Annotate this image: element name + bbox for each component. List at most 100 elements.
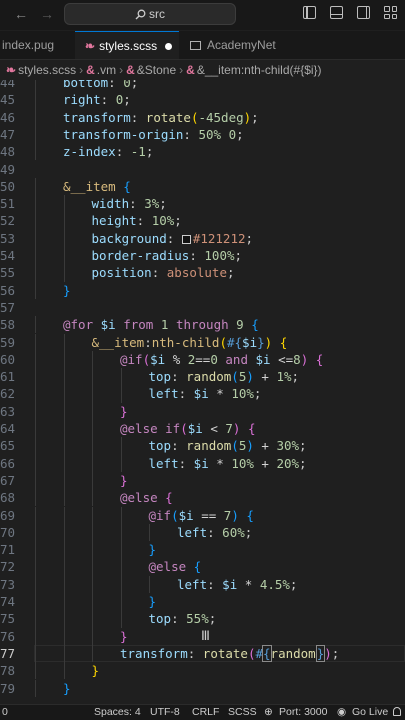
tab-label: styles.scss bbox=[99, 39, 158, 53]
chevron-right-icon: › bbox=[79, 63, 84, 77]
arrow-right-icon[interactable]: → bbox=[40, 6, 54, 22]
code-line[interactable]: 70 left: 60%; bbox=[0, 524, 405, 541]
line-number: 45 bbox=[0, 92, 16, 108]
code-line[interactable]: 62 left: $i * 10%; bbox=[0, 385, 405, 402]
line-number: 60 bbox=[0, 351, 16, 367]
code-token: ; bbox=[299, 455, 307, 471]
code-line[interactable]: 51 width: 3%; bbox=[0, 195, 405, 212]
status-go-live[interactable]: Go Live bbox=[352, 705, 388, 720]
code-token: 9 bbox=[236, 317, 244, 333]
code-line[interactable]: 65 top: random(5) + 30%; bbox=[0, 437, 405, 454]
unsaved-changes-dot-icon[interactable] bbox=[165, 43, 173, 51]
code-token: 10% bbox=[151, 213, 175, 229]
code-token: transform bbox=[63, 109, 131, 125]
code-token: left bbox=[177, 576, 208, 592]
code-line[interactable]: 48 z-index: -1; bbox=[0, 143, 405, 160]
code-content: } bbox=[149, 541, 157, 558]
code-token: ) bbox=[246, 438, 254, 454]
code-line[interactable]: 59 &__item:nth-child(#{$i}) { bbox=[0, 334, 405, 351]
line-number: 76 bbox=[0, 628, 16, 644]
tab-academynet[interactable]: AcademyNet bbox=[180, 31, 310, 59]
status-eol[interactable]: CRLF bbox=[192, 705, 219, 720]
code-token: : bbox=[207, 524, 223, 540]
code-line[interactable]: 53 background: #121212; bbox=[0, 230, 405, 247]
toggle-secondary-sidebar-icon[interactable] bbox=[357, 6, 370, 19]
color-swatch-icon[interactable] bbox=[181, 234, 191, 244]
code-token: ( bbox=[180, 421, 188, 436]
code-line[interactable]: 47 transform-origin: 50% 0; bbox=[0, 126, 405, 143]
code-line[interactable]: 64 @else if($i < 7) { bbox=[0, 420, 405, 437]
code-line[interactable]: 66 left: $i * 10% + 20%; bbox=[0, 455, 405, 472]
line-number: 72 bbox=[0, 559, 16, 575]
breadcrumb-item[interactable]: &Stone bbox=[137, 63, 176, 77]
command-center-search[interactable]: src bbox=[64, 3, 236, 25]
code-content: @if($i % 2==0 and $i <=8) { bbox=[120, 351, 323, 368]
code-line[interactable]: 72 @else { bbox=[0, 558, 405, 575]
code-token: } bbox=[120, 472, 128, 488]
code-line[interactable]: 52 height: 10%; bbox=[0, 212, 405, 229]
code-token: ; bbox=[289, 576, 298, 592]
code-line[interactable]: 44 bottom: 0; bbox=[0, 80, 405, 91]
status-indentation[interactable]: Spaces: 4 bbox=[94, 705, 141, 720]
status-language[interactable]: SCSS bbox=[228, 705, 257, 720]
code-line[interactable]: 56} bbox=[0, 282, 405, 299]
toggle-panel-icon[interactable] bbox=[330, 6, 343, 19]
code-token: bottom bbox=[63, 80, 109, 90]
code-line[interactable]: 68 @else { bbox=[0, 489, 405, 506]
breadcrumb-item[interactable]: .vm bbox=[97, 63, 116, 77]
code-token: #121212 bbox=[192, 230, 246, 246]
code-line[interactable]: 79} bbox=[0, 680, 405, 697]
code-line[interactable]: 55 position: absolute; bbox=[0, 264, 405, 281]
chevron-right-icon: › bbox=[179, 63, 184, 77]
breadcrumb-item[interactable]: &__item:nth-child(#{$i}) bbox=[197, 63, 322, 77]
code-token: $i bbox=[150, 351, 166, 367]
code-line[interactable]: 50 &__item { bbox=[0, 178, 405, 195]
bell-icon[interactable] bbox=[393, 707, 401, 716]
code-line[interactable]: 77 transform: rotate(#{random}); bbox=[0, 644, 405, 662]
code-token: ; bbox=[208, 611, 217, 627]
tab-index-pug[interactable]: index.pug bbox=[0, 31, 77, 59]
code-line[interactable]: 45 right: 0; bbox=[0, 91, 405, 108]
code-line[interactable]: 76} bbox=[0, 628, 405, 645]
code-line[interactable]: 61 top: random(5) + 1%; bbox=[0, 368, 405, 385]
code-line[interactable]: 49 bbox=[0, 161, 405, 178]
code-line[interactable]: 75 top: 55%; bbox=[0, 610, 405, 627]
code-line[interactable]: 58 @for $i from 1 through 9 { bbox=[0, 316, 405, 333]
code-line[interactable]: 54 border-radius: 100%; bbox=[0, 247, 405, 264]
code-line[interactable]: 67} bbox=[0, 472, 405, 489]
code-token: : bbox=[187, 645, 203, 661]
breadcrumb-file[interactable]: styles.scss bbox=[18, 63, 76, 77]
code-line[interactable]: 60 @if($i % 2==0 and $i <=8) { bbox=[0, 351, 405, 368]
status-problems[interactable]: 0 bbox=[2, 705, 8, 720]
code-line[interactable]: 78} bbox=[0, 662, 405, 679]
code-token: from bbox=[123, 317, 154, 333]
code-token: top bbox=[148, 611, 172, 627]
arrow-left-icon[interactable]: ← bbox=[14, 6, 28, 22]
code-token: # bbox=[255, 645, 264, 661]
code-token: top bbox=[148, 369, 172, 385]
code-token: } bbox=[148, 594, 157, 609]
code-content: z-index: -1; bbox=[63, 143, 153, 160]
code-line[interactable]: 63} bbox=[0, 403, 405, 420]
code-line[interactable]: 69 @if($i == 7) { bbox=[0, 507, 405, 524]
customize-layout-icon[interactable] bbox=[384, 6, 397, 19]
code-token: 3% bbox=[144, 196, 160, 212]
code-token: ; bbox=[244, 524, 253, 540]
tab-styles-scss[interactable]: ❧ styles.scss bbox=[75, 31, 179, 59]
code-line[interactable]: 71} bbox=[0, 541, 405, 558]
line-number: 74 bbox=[0, 594, 16, 609]
code-line[interactable]: 57 bbox=[0, 299, 405, 316]
code-content: bottom: 0; bbox=[63, 80, 138, 91]
code-token: ; bbox=[174, 213, 182, 229]
code-token: ; bbox=[253, 386, 262, 402]
code-line[interactable]: 46 transform: rotate(-45deg); bbox=[0, 109, 405, 126]
code-editor[interactable]: Ⅲ 44 bottom: 0; 45 right: 0; 46 transform: ro… bbox=[0, 80, 405, 704]
code-token: { bbox=[247, 421, 256, 436]
status-port[interactable]: Port: 3000 bbox=[279, 705, 327, 720]
toggle-primary-sidebar-icon[interactable] bbox=[303, 6, 316, 19]
code-line[interactable]: 74} bbox=[0, 593, 405, 610]
status-encoding[interactable]: UTF-8 bbox=[150, 705, 180, 720]
code-line[interactable]: 73 left: $i * 4.5%; bbox=[0, 576, 405, 593]
